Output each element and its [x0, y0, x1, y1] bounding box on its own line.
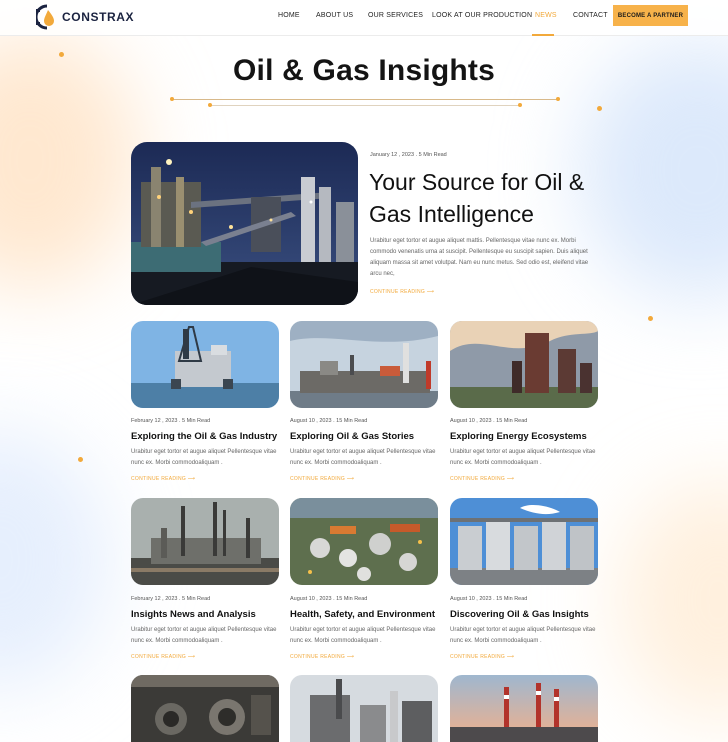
- divider-dot: [556, 97, 560, 101]
- post-meta: August 10 , 2023 . 15 Min Read: [290, 418, 368, 424]
- post-image[interactable]: [450, 675, 598, 742]
- post-title[interactable]: Exploring the Oil & Gas Industry: [131, 431, 277, 442]
- post-excerpt: Urabitur eget tortor et augue aliquet Pe…: [131, 449, 277, 466]
- divider-dot: [518, 103, 522, 107]
- title-divider: [210, 105, 520, 106]
- nav-home[interactable]: HOME: [278, 12, 300, 19]
- post-excerpt: Urabitur eget tortor et augue aliquet Pe…: [450, 449, 596, 466]
- featured-post-title[interactable]: Your Source for Oil & Gas Intelligence: [369, 166, 609, 230]
- decor-dot: [648, 316, 653, 321]
- brand-logo[interactable]: CONSTRAX: [36, 4, 134, 30]
- post-title[interactable]: Exploring Energy Ecosystems: [450, 431, 587, 442]
- post-image[interactable]: [290, 675, 438, 742]
- post-meta: August 10 , 2023 . 15 Min Read: [290, 596, 368, 602]
- nav-production[interactable]: LOOK AT OUR PRODUCTION: [432, 12, 532, 19]
- post-image[interactable]: [290, 498, 438, 585]
- post-title[interactable]: Exploring Oil & Gas Stories: [290, 431, 414, 442]
- post-image[interactable]: [450, 498, 598, 585]
- post-meta: February 12 , 2023 . 5 Min Read: [131, 596, 211, 602]
- brand-name: CONSTRAX: [62, 10, 135, 24]
- post-meta: February 12 , 2023 . 5 Min Read: [131, 418, 211, 424]
- post-title[interactable]: Health, Safety, and Environment: [290, 609, 435, 620]
- post-image[interactable]: [131, 675, 279, 742]
- nav-our-services[interactable]: OUR SERVICES: [368, 12, 423, 19]
- post-meta: August 10 , 2023 . 15 Min Read: [450, 418, 528, 424]
- featured-post-meta: January 12 , 2023 . 5 Min Read: [370, 152, 447, 158]
- post-title[interactable]: Discovering Oil & Gas Insights: [450, 609, 589, 620]
- post-excerpt: Urabitur eget tortor et augue aliquet Pe…: [450, 627, 596, 644]
- site-header: CONSTRAX HOME ABOUT US OUR SERVICES LOOK…: [0, 0, 728, 36]
- post-excerpt: Urabitur eget tortor et augue aliquet Pe…: [290, 449, 436, 466]
- nav-news[interactable]: NEWS: [535, 12, 557, 19]
- continue-reading-link[interactable]: CONTINUE READING ⟶: [131, 476, 195, 482]
- featured-continue-link[interactable]: CONTINUE READING ⟶: [370, 289, 434, 295]
- become-partner-button[interactable]: BECOME A PARTNER: [613, 5, 688, 26]
- post-excerpt: Urabitur eget tortor et augue aliquet Pe…: [131, 627, 277, 644]
- post-meta: August 10 , 2023 . 15 Min Read: [450, 596, 528, 602]
- post-excerpt: Urabitur eget tortor et augue aliquet Pe…: [290, 627, 436, 644]
- continue-reading-link[interactable]: CONTINUE READING ⟶: [290, 476, 354, 482]
- decor-dot: [597, 106, 602, 111]
- logo-icon: [36, 4, 58, 30]
- post-title[interactable]: Insights News and Analysis: [131, 609, 256, 620]
- nav-contact[interactable]: CONTACT: [573, 12, 608, 19]
- continue-reading-link[interactable]: CONTINUE READING ⟶: [290, 654, 354, 660]
- nav-about-us[interactable]: ABOUT US: [316, 12, 353, 19]
- post-image[interactable]: [131, 321, 279, 408]
- divider-dot: [208, 103, 212, 107]
- continue-reading-link[interactable]: CONTINUE READING ⟶: [450, 654, 514, 660]
- post-image[interactable]: [131, 498, 279, 585]
- divider-dot: [170, 97, 174, 101]
- page-title: Oil & Gas Insights: [233, 54, 495, 87]
- post-image[interactable]: [290, 321, 438, 408]
- featured-post-excerpt: Urabitur eget tortor et augue aliquet ma…: [370, 238, 589, 277]
- post-image[interactable]: [450, 321, 598, 408]
- nav-active-indicator: [532, 34, 554, 36]
- title-divider: [172, 99, 558, 100]
- continue-reading-link[interactable]: CONTINUE READING ⟶: [131, 654, 195, 660]
- continue-reading-link[interactable]: CONTINUE READING ⟶: [450, 476, 514, 482]
- decor-dot: [78, 457, 83, 462]
- featured-post-image[interactable]: [131, 142, 358, 305]
